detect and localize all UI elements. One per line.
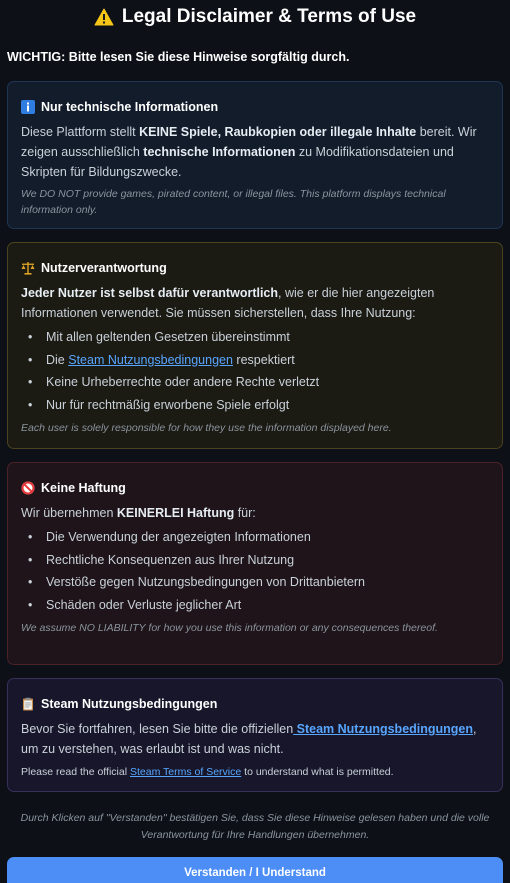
text-segment: Diese Plattform stellt	[21, 125, 140, 139]
card-body: Jeder Nutzer ist selbst dafür verantwort…	[21, 283, 489, 323]
english-note: Please read the official Steam Terms of …	[21, 764, 489, 780]
card-header: Steam Nutzungsbedingungen	[21, 694, 489, 714]
bullet: •	[28, 330, 33, 344]
bullet: •	[28, 397, 33, 412]
card-title: Nutzerverantwortung	[41, 261, 167, 275]
text-segment: to understand what is permitted.	[241, 766, 394, 778]
scales-icon	[21, 261, 35, 275]
list-item-text: Verstöße gegen Nutzungsbedingungen von D…	[46, 575, 365, 589]
bold-segment: Jeder Nutzer ist selbst dafür verantwort…	[21, 286, 279, 300]
bullet: •	[28, 552, 33, 567]
list-item: • Keine Urheberrechte oder andere Rechte …	[21, 371, 489, 394]
warning-icon	[94, 8, 114, 26]
list-item: • Die Steam Nutzungsbedingungen respektie…	[21, 349, 489, 372]
steam-terms-link[interactable]: Steam Nutzungsbedingungen	[293, 722, 473, 736]
accept-button-label: Verstanden / I Understand	[184, 867, 326, 879]
list-item-text: Rechtliche Konsequenzen aus Ihrer Nutzun…	[46, 552, 295, 567]
list-item-text: Nur für rechtmäßig erworbene Spiele erfo…	[46, 397, 290, 412]
prohibited-icon	[21, 481, 35, 495]
info-icon	[21, 100, 35, 114]
card-body: Bevor Sie fortfahren, lesen Sie bitte di…	[21, 719, 489, 759]
no-liability-card: Keine Haftung Wir übernehmen KEINERLEI H…	[7, 462, 503, 665]
list-item-text: Die Verwendung der angezeigten Informati…	[46, 530, 311, 544]
intro-text: WICHTIG: Bitte lesen Sie diese Hinweise …	[7, 50, 350, 64]
accept-button[interactable]: Verstanden / I Understand	[7, 857, 503, 883]
text-segment: Wir übernehmen	[21, 506, 117, 520]
modal-title: Legal Disclaimer & Terms of Use	[121, 6, 417, 27]
card-title: Nur technische Informationen	[41, 100, 219, 114]
user-responsibility-card: Nutzerverantwortung Jeder Nutzer ist sel…	[7, 242, 503, 449]
bullet: •	[28, 530, 33, 544]
confirmation-note: Durch Klicken auf "Verstanden" bestätige…	[20, 812, 490, 841]
requirements-list: • Mit allen geltenden Gesetzen übereinsti…	[21, 326, 489, 416]
text-segment: Die	[46, 352, 69, 367]
english-note: We DO NOT provide games, pirated content…	[21, 188, 446, 216]
text-segment: Please read the official	[21, 766, 130, 778]
clipboard-icon	[21, 697, 35, 711]
list-item-text: Keine Urheberrechte oder andere Rechte v…	[46, 375, 320, 389]
disclaimer-modal: Legal Disclaimer & Terms of Use WICHTIG:…	[0, 2, 510, 883]
card-title: Keine Haftung	[41, 481, 126, 495]
steam-tos-link[interactable]: Steam Terms of Service	[130, 766, 241, 778]
bullet: •	[28, 352, 33, 367]
text-segment: Bevor Sie fortfahren, lesen Sie bitte di…	[21, 722, 294, 736]
list-item: • Schäden oder Verluste jeglicher Art	[21, 594, 489, 617]
english-note: We assume NO LIABILITY for how you use t…	[21, 622, 438, 634]
bullet: •	[28, 597, 33, 612]
card-header: Keine Haftung	[21, 478, 489, 498]
list-item: • Nur für rechtmäßig erworbene Spiele erf…	[21, 394, 489, 417]
technical-info-card: Nur technische Informationen Diese Platt…	[7, 81, 503, 229]
steam-terms-link[interactable]: Steam Nutzungsbedingungen	[68, 353, 233, 367]
bold-segment: KEINE Spiele, Raubkopien oder illegale I…	[139, 125, 417, 139]
bullet: •	[28, 575, 33, 589]
card-body: Wir übernehmen KEINERLEI Haftung für:	[21, 503, 489, 523]
list-item-text: Die Steam Nutzungsbedingungen respektier…	[46, 349, 295, 372]
bullet: •	[28, 375, 33, 389]
text-segment: für:	[234, 506, 256, 520]
list-item: • Verstöße gegen Nutzungsbedingungen von …	[21, 571, 489, 594]
bold-segment: KEINERLEI Haftung	[116, 506, 235, 520]
card-body: Diese Plattform stellt KEINE Spiele, Rau…	[21, 122, 489, 182]
text-segment: respektiert	[232, 352, 295, 367]
list-item: • Rechtliche Konsequenzen aus Ihrer Nutzu…	[21, 549, 489, 572]
list-item: • Mit allen geltenden Gesetzen übereinsti…	[21, 326, 489, 349]
list-item: • Die Verwendung der angezeigten Informat…	[21, 526, 489, 549]
liability-list: • Die Verwendung der angezeigten Informat…	[21, 526, 489, 616]
list-item-text: Mit allen geltenden Gesetzen übereinstim…	[46, 330, 290, 344]
card-title: Steam Nutzungsbedingungen	[41, 697, 218, 711]
card-header: Nur technische Informationen	[21, 97, 489, 117]
list-item-text: Schäden oder Verluste jeglicher Art	[46, 597, 242, 612]
modal-header: Legal Disclaimer & Terms of Use	[0, 2, 510, 32]
english-note: Each user is solely responsible for how …	[21, 422, 392, 434]
card-header: Nutzerverantwortung	[21, 258, 489, 278]
bold-segment: technische Informationen	[143, 145, 296, 159]
steam-terms-card: Steam Nutzungsbedingungen Bevor Sie fort…	[7, 678, 503, 792]
